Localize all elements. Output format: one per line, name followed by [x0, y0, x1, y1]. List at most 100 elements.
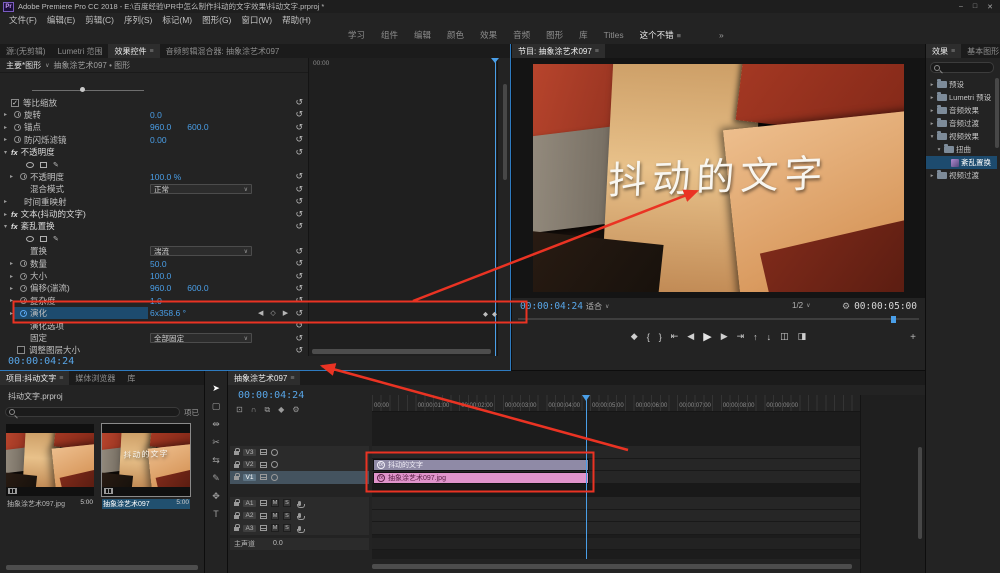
property-value[interactable]: 100.0 [150, 271, 171, 281]
play-button[interactable]: ▶ [703, 330, 711, 343]
workspace-tab[interactable]: 编辑 [406, 29, 439, 41]
workspace-tab[interactable]: 效果 [472, 29, 505, 41]
property-value[interactable]: 100.0 % [150, 172, 181, 182]
track-lane[interactable] [372, 522, 860, 535]
reset-parameter-icon[interactable]: ↺ [295, 97, 303, 108]
timeline-settings[interactable]: ⚙ [292, 405, 299, 415]
twirl-icon[interactable]: ▸ [929, 95, 935, 101]
twirl-icon[interactable]: ▸ [0, 198, 11, 205]
menu-item[interactable]: 窗口(W) [236, 14, 277, 26]
nest-toggle[interactable]: ⊡ [236, 405, 243, 415]
dropdown[interactable]: 全部固定∨ [150, 333, 252, 343]
stopwatch-icon[interactable] [20, 297, 27, 304]
dropdown[interactable]: 正常∨ [150, 184, 252, 194]
reset-parameter-icon[interactable]: ↺ [295, 258, 303, 269]
reset-parameter-icon[interactable]: ↺ [295, 333, 303, 344]
dropdown[interactable]: 湍流∨ [150, 246, 252, 256]
reset-parameter-icon[interactable]: ↺ [295, 209, 303, 220]
hand-tool[interactable]: ✥ [212, 491, 220, 502]
track-lane[interactable] [372, 497, 860, 510]
mark-out-button[interactable]: } [659, 332, 662, 342]
track-header-v3[interactable]: V3 [230, 446, 369, 459]
timeline-current-time[interactable]: 00:00:04:24 [238, 390, 304, 401]
twirl-icon[interactable]: ▸ [929, 108, 935, 114]
track-target-button[interactable]: V2 [243, 461, 256, 468]
voiceover-record-icon[interactable] [298, 526, 301, 531]
close-button[interactable]: ✕ [987, 3, 993, 11]
scrollbar[interactable] [503, 84, 507, 180]
keyframe-icon[interactable]: ◆ [492, 310, 497, 318]
sync-lock-icon[interactable] [260, 513, 267, 519]
panel-menu-icon[interactable]: ≡ [677, 31, 681, 40]
workspace-tab[interactable]: 这个不错≡ [632, 29, 689, 41]
mute-button[interactable]: M [271, 499, 279, 507]
sync-lock-icon[interactable] [260, 474, 267, 480]
toggle-track-output-icon[interactable] [271, 474, 278, 481]
effects-bin-item[interactable]: ▸音频效果 [926, 104, 997, 117]
prev-keyframe-icon[interactable]: ◀ [258, 309, 263, 317]
go-to-in-button[interactable]: ⇤ [671, 331, 679, 342]
reset-parameter-icon[interactable]: ↺ [295, 109, 303, 120]
mask-ellipse-icon[interactable] [26, 162, 34, 168]
scrubber-playhead[interactable] [891, 316, 896, 323]
timeline-playhead[interactable] [586, 397, 587, 559]
twirl-icon[interactable]: ▸ [929, 82, 935, 88]
property-value[interactable]: 600.0 [187, 122, 208, 132]
track-header-a1[interactable]: A1 MS [230, 497, 369, 510]
project-item[interactable]: 抖动的文字抽象涂艺术0975:00 [102, 424, 190, 509]
reset-parameter-icon[interactable]: ↺ [295, 271, 303, 282]
comparison-view-button[interactable]: ◨ [798, 331, 807, 342]
next-keyframe-icon[interactable]: ▶ [283, 309, 288, 317]
track-lock-icon[interactable] [234, 476, 239, 480]
scrollbar[interactable] [918, 447, 922, 539]
track-target-button[interactable]: A2 [243, 512, 256, 519]
panel-menu-icon[interactable]: ≡ [59, 375, 63, 382]
timeline-clip[interactable]: fx抽象涂艺术097.jpg [373, 472, 589, 484]
property-value[interactable]: 960.0 [150, 122, 171, 132]
reset-parameter-icon[interactable]: ↺ [295, 246, 303, 257]
panel-tab[interactable]: Lumetri 范围 [52, 44, 109, 58]
toggle-track-output-icon[interactable] [271, 449, 278, 456]
workspace-tab[interactable]: Titles [596, 30, 632, 40]
workspace-tab[interactable]: 组件 [373, 29, 406, 41]
workspace-tab[interactable]: 颜色 [439, 29, 472, 41]
track-lock-icon[interactable] [234, 515, 239, 519]
settings-wrench-icon[interactable]: ⚙ [842, 301, 850, 312]
mute-button[interactable]: M [271, 512, 279, 520]
workspace-tab[interactable]: 学习 [340, 29, 373, 41]
twirl-icon[interactable]: ▾ [0, 223, 11, 230]
mask-rect-icon[interactable] [40, 236, 47, 242]
property-value[interactable]: 0.00 [150, 135, 167, 145]
track-target-button[interactable]: A1 [243, 500, 256, 507]
mark-in-button[interactable]: { [647, 332, 650, 342]
program-current-time[interactable]: 00:00:04:24 [520, 301, 583, 312]
reset-parameter-icon[interactable]: ↺ [295, 283, 303, 294]
stopwatch-icon[interactable] [20, 273, 27, 280]
property-value[interactable]: 960.0 [150, 283, 171, 293]
reset-parameter-icon[interactable]: ↺ [295, 196, 303, 207]
reset-parameter-icon[interactable]: ↺ [295, 320, 303, 331]
selection-tool[interactable]: ➤ [212, 383, 220, 394]
stopwatch-icon[interactable] [14, 136, 21, 143]
add-marker[interactable]: ◆ [278, 405, 284, 415]
stopwatch-icon[interactable] [20, 310, 27, 317]
property-value[interactable]: 600.0 [187, 283, 208, 293]
twirl-icon[interactable]: ▸ [6, 173, 17, 180]
effects-bin-item[interactable]: ▸视频过渡 [926, 169, 997, 182]
panel-menu-icon[interactable]: ≡ [290, 375, 294, 382]
solo-button[interactable]: S [283, 499, 291, 507]
panel-tab[interactable]: 音频剪辑混合器: 抽象涂艺术097 [160, 44, 286, 58]
sync-lock-icon[interactable] [260, 500, 267, 506]
track-target-button[interactable]: A3 [243, 525, 256, 532]
stopwatch-icon[interactable] [20, 173, 27, 180]
scrollbar[interactable] [6, 565, 198, 570]
effects-bin-item[interactable]: ▸音频过渡 [926, 117, 997, 130]
twirl-icon[interactable]: ▾ [929, 134, 935, 140]
zoom-level-select[interactable]: 适合 ∨ [586, 301, 609, 312]
track-header-v1[interactable]: V1 [230, 471, 369, 484]
mute-button[interactable]: M [271, 524, 279, 532]
keyframe-timeline[interactable]: 00:00 ◆ ◆ [308, 58, 498, 356]
mask-ellipse-icon[interactable] [26, 236, 34, 242]
voiceover-record-icon[interactable] [298, 501, 301, 506]
track-lane[interactable] [372, 510, 860, 523]
